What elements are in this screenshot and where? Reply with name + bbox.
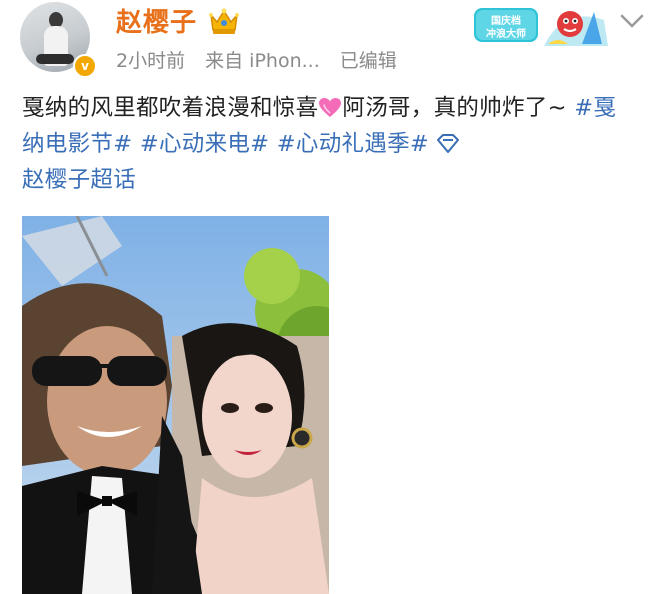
super-topic-link[interactable]: 赵樱子超话 (22, 167, 136, 193)
svg-text:冲浪大师: 冲浪大师 (486, 27, 526, 40)
diamond-topic-icon[interactable] (435, 133, 461, 155)
hashtag-xindong-liyuji[interactable]: #心动礼遇季# (277, 131, 429, 157)
campaign-badge[interactable]: 国庆档 冲浪大师 (472, 0, 612, 48)
post-source[interactable]: 来自 iPhon... (205, 50, 320, 72)
post-text-part1: 戛纳的风里都吹着浪漫和惊喜 (22, 95, 319, 121)
post-photo[interactable] (22, 216, 329, 594)
crown-badge-icon (209, 8, 239, 34)
post-text: 戛纳的风里都吹着浪漫和惊喜 阿汤哥，真的帅炸了~ #戛纳电影节# #心动来电# #… (22, 90, 632, 198)
pink-heart-icon (319, 98, 342, 117)
post-text-part2: 阿汤哥，真的帅炸了~ (342, 95, 567, 121)
post-time: 2小时前 (116, 50, 186, 72)
svg-text:国庆档: 国庆档 (491, 14, 521, 27)
chevron-down-icon[interactable] (618, 10, 646, 32)
avatar[interactable]: v (20, 2, 97, 78)
edited-label[interactable]: 已编辑 (340, 50, 397, 72)
author-name[interactable]: 赵樱子 (116, 2, 197, 39)
hashtag-xindong-laidian[interactable]: #心动来电# (140, 131, 270, 157)
verified-badge-icon: v (73, 54, 97, 78)
post-meta: 2小时前 来自 iPhon... 已编辑 (116, 46, 411, 73)
